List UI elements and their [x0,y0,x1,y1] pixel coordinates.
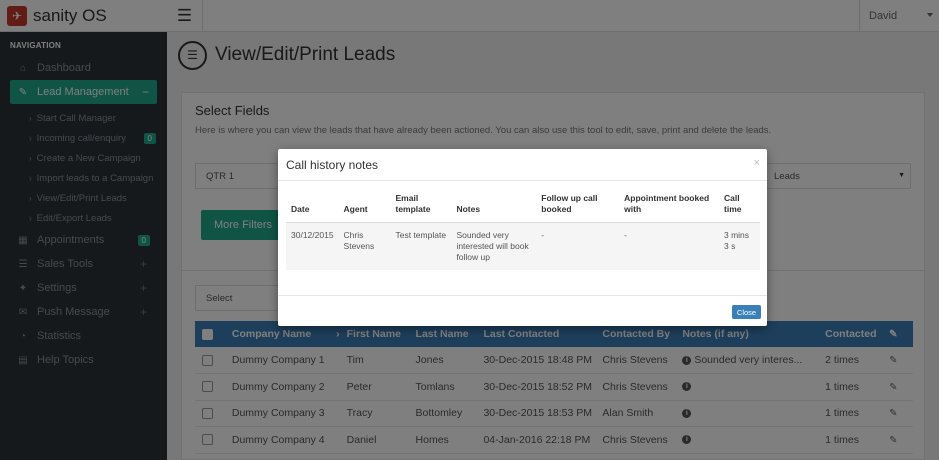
cell-follow-up: - [536,222,620,271]
cell-call-time: 3 mins 3 s [719,222,760,271]
column-header-agent: Agent [338,189,391,224]
call-notes-table: Date Agent Email template Notes Follow u… [286,189,760,271]
modal-footer: Close [278,295,767,326]
notes-header-row: Date Agent Email template Notes Follow u… [286,189,760,224]
cell-template: Test template [390,222,452,271]
column-header-date: Date [286,189,339,224]
column-header-appointment: Appointment booked with [619,189,719,224]
column-header-follow-up: Follow up call booked [536,189,620,224]
cell-notes: Sounded very interested will book follow… [451,222,537,271]
modal-title: Call history notes [286,158,379,172]
close-button[interactable]: Close [732,305,761,319]
column-header-notes: Notes [451,189,537,224]
cell-date: 30/12/2015 [286,222,339,271]
cell-agent: Chris Stevens [338,222,391,271]
modal-body: Date Agent Email template Notes Follow u… [286,189,760,271]
cell-appointment: - [619,222,719,271]
modal-header: Call history notes × [278,149,767,181]
column-header-email-template: Email template [390,189,452,224]
call-history-modal: Call history notes × Date Agent Email te… [278,149,767,326]
close-icon[interactable]: × [754,157,760,169]
notes-row: 30/12/2015 Chris Stevens Test template S… [286,222,760,271]
column-header-call-time: Call time [719,189,760,224]
